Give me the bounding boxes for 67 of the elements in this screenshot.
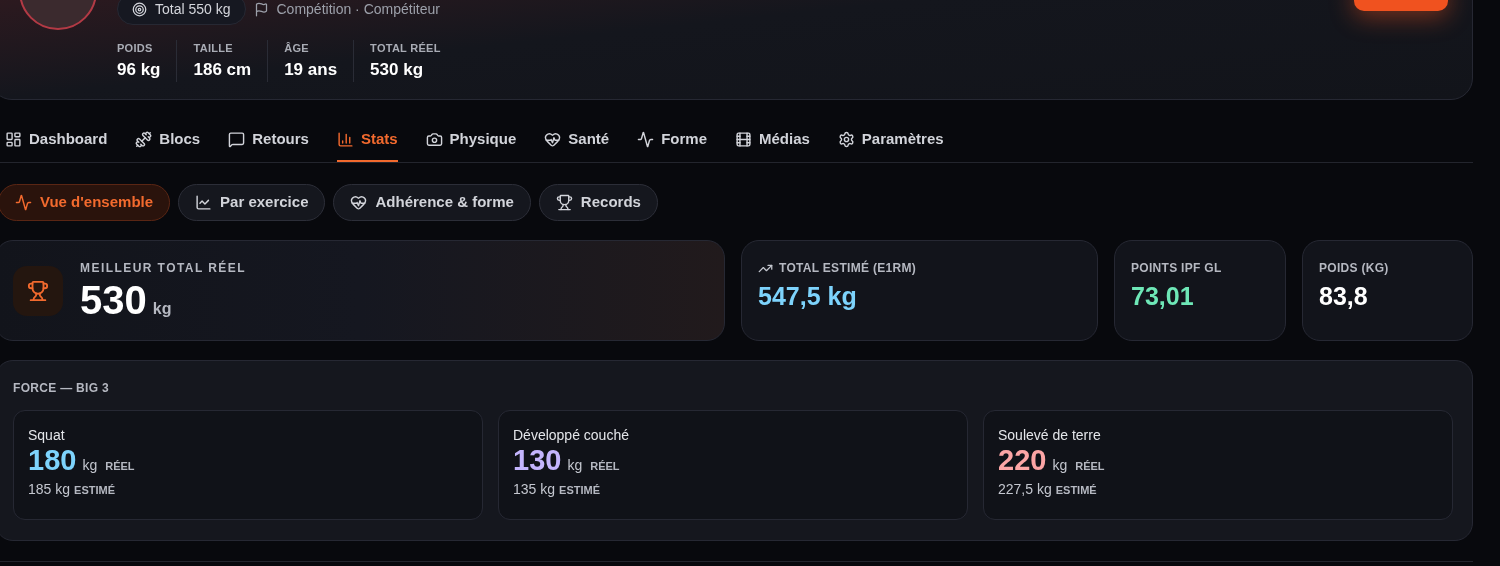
trophy-icon [555, 194, 573, 211]
kpi-value: 547,5 kg [758, 281, 858, 312]
lift-value: 180 [28, 443, 77, 477]
unit-text: kg [1052, 456, 1068, 475]
estimate-tag: ESTIMÉ [74, 482, 115, 499]
kpi-value: 83,8 [1319, 281, 1369, 312]
real-tag: RÉEL [105, 458, 135, 475]
nav-tab[interactable]: Blocs [135, 122, 201, 162]
real-tag: RÉEL [590, 458, 620, 475]
card-label: POINTS IPF GL [1131, 260, 1222, 277]
lift-value: 130 [513, 443, 562, 477]
estimate-tag: ESTIMÉ [559, 482, 600, 499]
stat-value: 96 kg [117, 58, 161, 81]
film-icon [735, 131, 752, 148]
nav-tab[interactable]: Santé [544, 122, 610, 162]
target-icon [132, 1, 147, 17]
filter-pill[interactable]: Adhérence & forme [333, 184, 531, 221]
estimate-value: 135 kg [513, 480, 556, 499]
stat-label: ÂGE [284, 41, 310, 56]
filter-pill[interactable]: Vue d'ensemble [0, 184, 171, 221]
nav-tab[interactable]: Paramètres [837, 122, 944, 162]
unit-text: kg [152, 298, 172, 319]
card-label: TOTAL ESTIMÉ (E1RM) [779, 259, 917, 277]
dashboard-icon [5, 131, 22, 148]
heart-pulse-icon [544, 131, 562, 148]
lift-name: Squat [28, 427, 66, 443]
nav-tab[interactable]: Dashboard [5, 122, 108, 162]
nav-tab[interactable]: Physique [425, 122, 517, 162]
category-text: Compétition · Compétiteur [276, 0, 440, 19]
bar-chart-icon [336, 131, 354, 148]
card-label: POIDS (KG) [1319, 260, 1389, 277]
estimate-value: 185 kg [28, 480, 71, 499]
stat-value: 19 ans [284, 58, 338, 81]
camera-icon [425, 131, 443, 148]
pulse-line-icon [637, 131, 655, 148]
nav-tab[interactable]: Stats [336, 122, 398, 162]
card-label: MEILLEUR TOTAL RÉEL [80, 259, 247, 277]
nav-tab[interactable]: Retours [228, 122, 309, 162]
estimate-value: 227,5 kg [998, 480, 1052, 499]
kpi-value: 73,01 [1131, 281, 1195, 312]
stat-label: TOTAL RÉEL [370, 41, 441, 56]
pulse-line-icon [15, 194, 32, 211]
stat-value: 186 cm [193, 58, 252, 81]
filter-pill[interactable]: Records [538, 184, 658, 221]
stat-label: POIDS [117, 41, 154, 56]
dumbbell-icon [135, 131, 153, 148]
estimate-tag: ESTIMÉ [1055, 482, 1097, 499]
unit-text: kg [82, 456, 98, 475]
total-chip: Total 550 kg [117, 0, 246, 25]
nav-tab[interactable]: Médias [735, 122, 810, 162]
stat-value: 530 kg [370, 58, 425, 81]
panel-title: FORCE — BIG 3 [13, 380, 110, 396]
line-chart-icon [195, 194, 213, 211]
nav-tab[interactable]: Forme [637, 122, 707, 162]
real-tag: RÉEL [1075, 458, 1105, 475]
settings-icon [837, 131, 855, 148]
lift-value: 220 [998, 443, 1047, 477]
lift-name: Soulevé de terre [998, 427, 1102, 443]
heart-pulse-icon [350, 194, 368, 211]
speech-bubble-icon [228, 131, 246, 148]
flag-icon [253, 1, 269, 17]
stat-label: TAILLE [193, 41, 234, 56]
best-total-value: 530 [80, 276, 147, 323]
lift-name: Développé couché [513, 427, 630, 443]
trophy-icon [27, 279, 49, 302]
filter-pill[interactable]: Par exercice [178, 184, 326, 221]
unit-text: kg [567, 456, 583, 475]
